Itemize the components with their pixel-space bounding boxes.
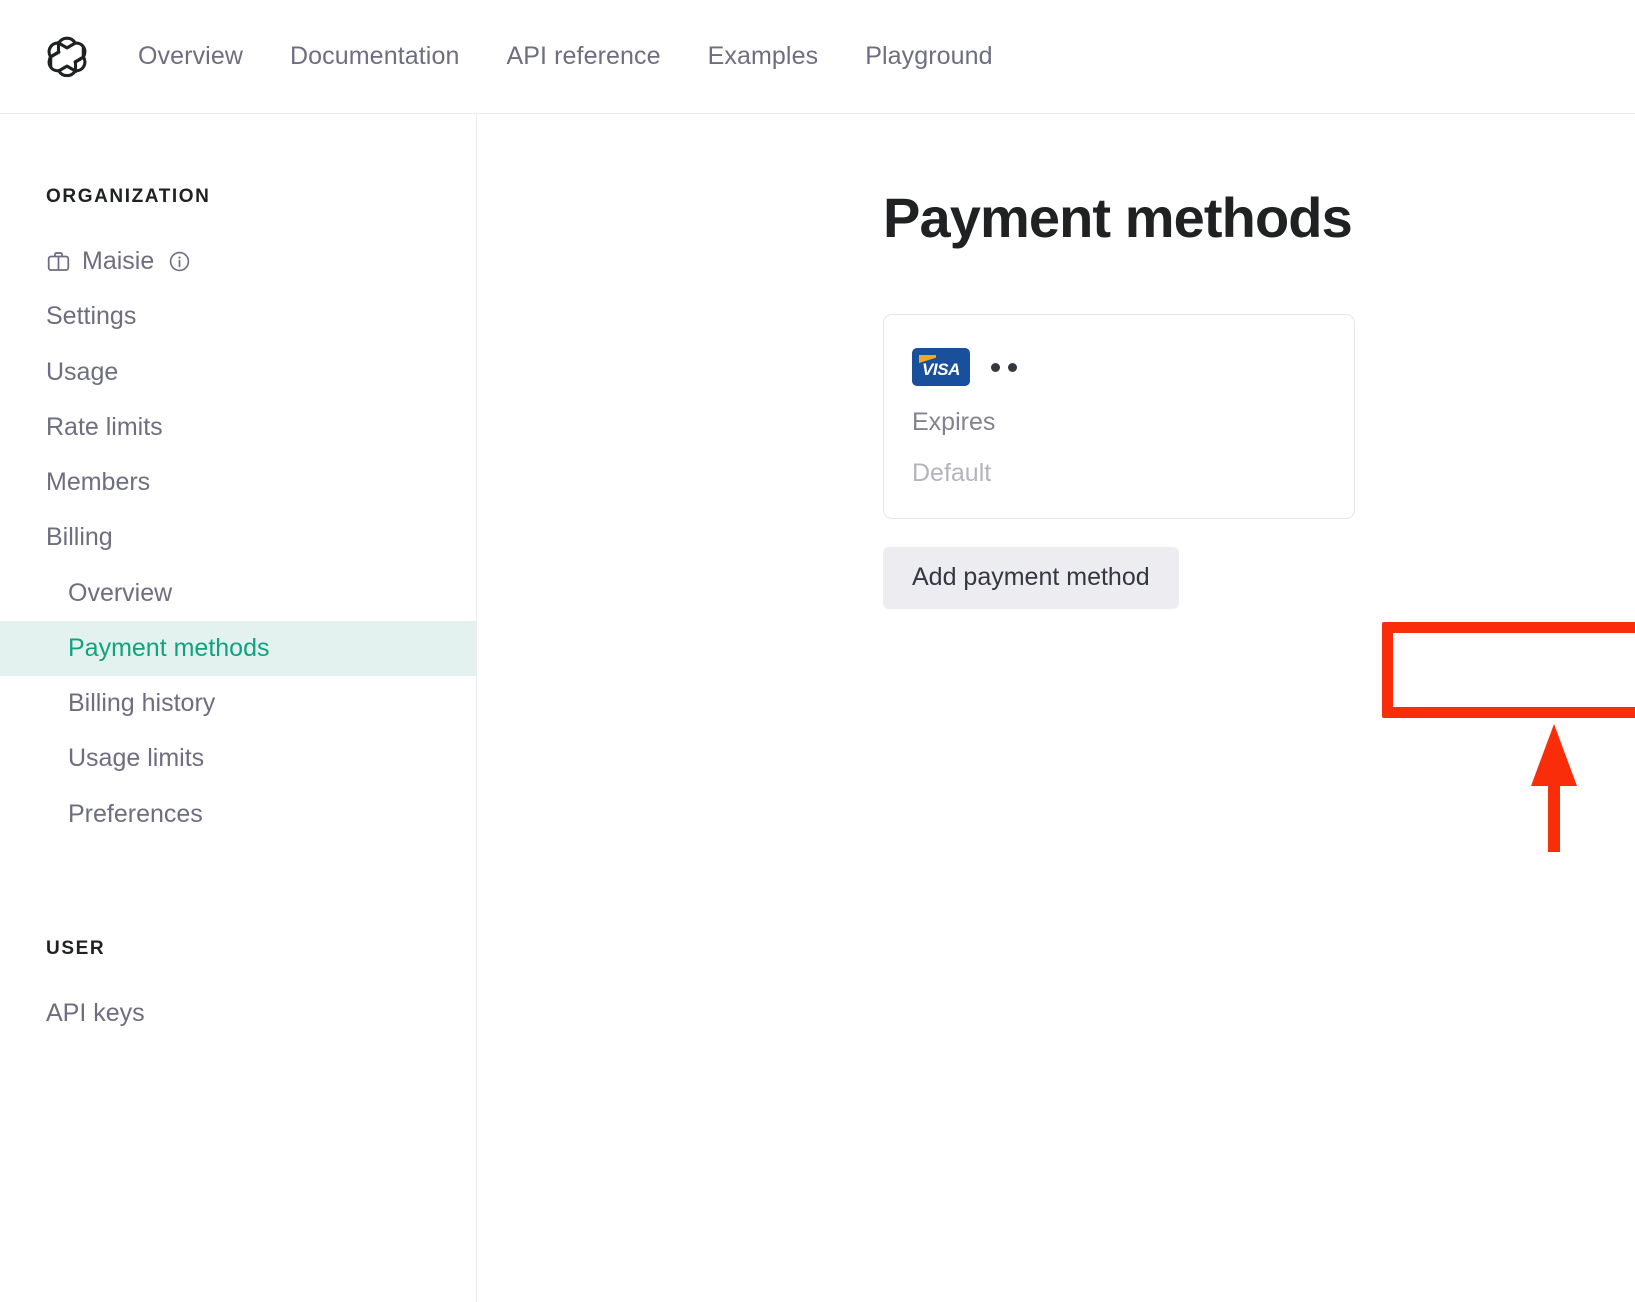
masked-dot [1008, 363, 1017, 372]
visa-wordmark: VISA [912, 360, 970, 380]
nav-item-overview[interactable]: Overview [138, 42, 243, 71]
sidebar-item-preferences[interactable]: Preferences [0, 787, 476, 842]
sidebar-item-label-usage: Usage [46, 357, 118, 388]
sidebar: ORGANIZATION Maisie [0, 114, 477, 1302]
nav-item-examples[interactable]: Examples [708, 42, 819, 71]
sidebar-item-payment-methods[interactable]: Payment methods [0, 621, 476, 676]
sidebar-item-label-members: Members [46, 467, 150, 498]
nav-item-api-reference[interactable]: API reference [506, 42, 660, 71]
info-circle-icon[interactable] [168, 250, 191, 273]
openai-logo[interactable] [41, 31, 93, 83]
card-default-label: Default [912, 459, 1326, 488]
sidebar-spacer [0, 842, 476, 938]
sidebar-item-api-keys[interactable]: API keys [0, 986, 476, 1041]
add-payment-method-button[interactable]: Add payment method [883, 547, 1179, 609]
sidebar-item-label-rate-limits: Rate limits [46, 412, 163, 443]
nav-item-documentation[interactable]: Documentation [290, 42, 459, 71]
sidebar-item-label-payment-methods: Payment methods [68, 633, 270, 664]
sidebar-section-user: USER [0, 938, 476, 960]
main-nav: Overview Documentation API reference Exa… [138, 42, 993, 71]
sidebar-item-label-billing-overview: Overview [68, 578, 172, 609]
sidebar-item-rate-limits[interactable]: Rate limits [0, 400, 476, 455]
sidebar-item-billing-overview[interactable]: Overview [0, 566, 476, 621]
add-payment-method-wrapper: Add payment method [883, 547, 1355, 609]
sidebar-item-label-maisie: Maisie [82, 246, 154, 277]
sidebar-item-usage[interactable]: Usage [0, 345, 476, 400]
org-icon-group: Maisie [46, 246, 191, 277]
payment-method-card: VISA Expires Default [883, 314, 1355, 519]
sidebar-item-label-billing: Billing [46, 522, 113, 553]
top-navigation-bar: Overview Documentation API reference Exa… [0, 0, 1635, 114]
sidebar-item-billing[interactable]: Billing [0, 510, 476, 565]
nav-item-playground[interactable]: Playground [865, 42, 992, 71]
card-masked-digits [991, 363, 1017, 372]
annotation-highlight-rectangle [1382, 622, 1635, 718]
masked-dot [991, 363, 1000, 372]
sidebar-item-settings[interactable]: Settings [0, 289, 476, 344]
sidebar-section-organization: ORGANIZATION [0, 186, 476, 208]
sidebar-item-label-api-keys: API keys [46, 998, 145, 1029]
page-title: Payment methods [883, 190, 1635, 246]
card-expires-label: Expires [912, 408, 1326, 437]
sidebar-item-usage-limits[interactable]: Usage limits [0, 731, 476, 786]
main-content: Payment methods VISA Expires Default Add [477, 114, 1635, 1302]
card-brand-row: VISA [912, 348, 1326, 386]
sidebar-item-label-preferences: Preferences [68, 799, 203, 830]
up-arrow-annotation-icon [1530, 724, 1578, 852]
sidebar-item-label-usage-limits: Usage limits [68, 743, 204, 774]
sidebar-item-label-settings: Settings [46, 301, 136, 332]
visa-card-icon: VISA [912, 348, 970, 386]
briefcase-icon [46, 249, 71, 274]
sidebar-item-maisie[interactable]: Maisie [0, 234, 476, 289]
sidebar-item-label-billing-history: Billing history [68, 688, 215, 719]
sidebar-item-billing-history[interactable]: Billing history [0, 676, 476, 731]
sidebar-item-members[interactable]: Members [0, 455, 476, 510]
